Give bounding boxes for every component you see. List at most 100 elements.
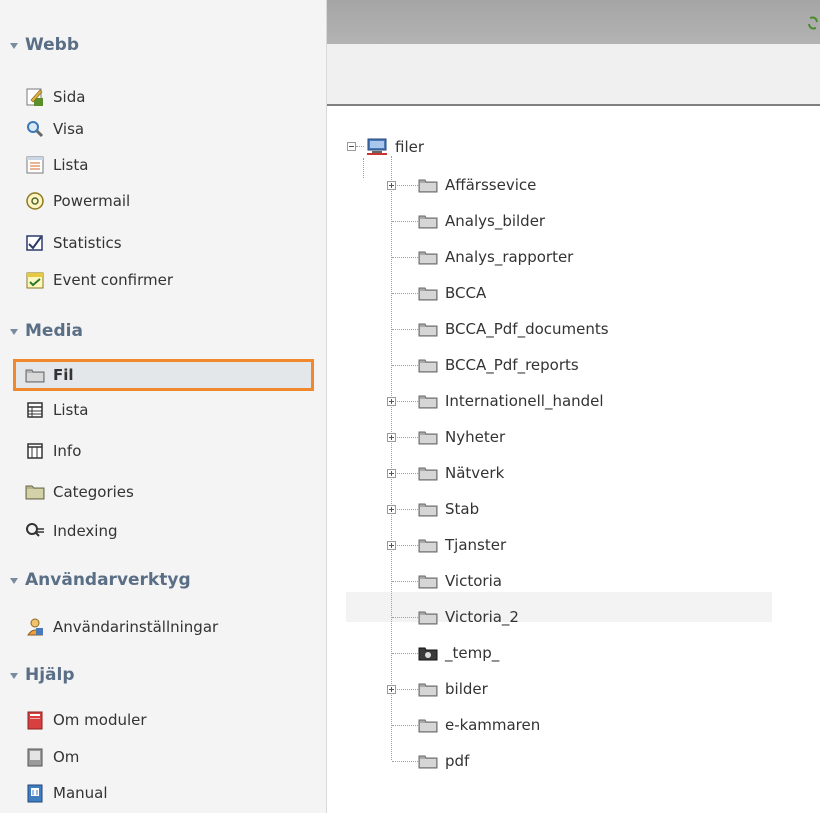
module-om[interactable]: Om — [25, 745, 79, 769]
module-sida[interactable]: Sida — [25, 85, 85, 109]
tree-line — [363, 158, 364, 178]
expand-toggle[interactable] — [387, 433, 396, 442]
folder-label: Victoria — [445, 572, 502, 590]
folder-item[interactable]: Internationell_handel — [418, 389, 604, 413]
folder-item[interactable]: Tjanster — [418, 533, 506, 557]
page-edit-icon — [26, 88, 43, 106]
module-manual[interactable]: Manual — [25, 781, 108, 805]
folder-icon — [418, 179, 438, 193]
tree-line — [392, 653, 418, 654]
module-fil[interactable]: Fil — [13, 359, 314, 391]
tree-root[interactable]: filer — [366, 135, 424, 159]
user-settings-icon — [27, 618, 43, 636]
docheader-top — [327, 0, 820, 44]
folder-label: Internationell_handel — [445, 392, 604, 410]
expand-toggle[interactable] — [387, 685, 396, 694]
about-book-icon — [27, 748, 43, 767]
folder-item[interactable]: Nätverk — [418, 461, 504, 485]
tree-line — [392, 365, 418, 366]
module-event-confirmer[interactable]: Event confirmer — [25, 268, 173, 292]
folder-item[interactable]: bilder — [418, 677, 488, 701]
temp-folder-icon — [418, 647, 438, 661]
collapse-arrow-icon — [10, 328, 18, 335]
expand-toggle[interactable] — [387, 397, 396, 406]
module-media-lista[interactable]: Lista — [25, 398, 88, 422]
folder-icon — [418, 251, 438, 265]
section-hjalp-header[interactable]: Hjälp — [10, 662, 75, 688]
folder-item[interactable]: Affärssevice — [418, 173, 536, 197]
collapse-toggle[interactable] — [347, 142, 356, 151]
folder-icon — [418, 215, 438, 229]
folder-label: BCCA_Pdf_documents — [445, 320, 609, 338]
collapse-arrow-icon — [10, 577, 18, 584]
folder-item[interactable]: Nyheter — [418, 425, 505, 449]
folder-item[interactable]: Victoria — [418, 569, 502, 593]
checkbox-chart-icon — [26, 235, 43, 251]
module-lista[interactable]: Lista — [25, 153, 88, 177]
folder-label: BCCA — [445, 284, 487, 302]
expand-toggle[interactable] — [387, 505, 396, 514]
folder-icon — [418, 359, 438, 373]
folder-icon — [418, 467, 438, 481]
module-om-moduler[interactable]: Om moduler — [25, 708, 147, 732]
manual-book-icon — [27, 784, 43, 803]
red-book-icon — [27, 711, 43, 730]
folder-item[interactable]: BCCA_Pdf_reports — [418, 353, 579, 377]
section-media-header[interactable]: Media — [10, 318, 83, 344]
folder-icon — [418, 683, 438, 697]
folder-label: Nyheter — [445, 428, 506, 446]
folder-label: Affärssevice — [445, 176, 537, 194]
folder-label: Nätverk — [445, 464, 505, 482]
tree-line — [392, 221, 418, 222]
collapse-arrow-icon — [10, 672, 18, 679]
folder-item[interactable]: e-kammaren — [418, 713, 540, 737]
folder-item[interactable]: BCCA — [418, 281, 486, 305]
folder-label: Victoria_2 — [445, 608, 519, 626]
at-sign-icon — [26, 192, 44, 210]
section-anvandarverktyg-header[interactable]: Användarverktyg — [10, 567, 191, 593]
index-search-icon — [26, 523, 44, 537]
expand-toggle[interactable] — [387, 181, 396, 190]
folder-item[interactable]: Victoria_2 — [418, 605, 519, 629]
module-info[interactable]: Info — [25, 439, 81, 463]
folder-icon — [418, 287, 438, 301]
expand-toggle[interactable] — [387, 469, 396, 478]
folder-item[interactable]: pdf — [418, 749, 469, 773]
section-webb-header[interactable]: Webb — [10, 32, 79, 58]
folder-label: pdf — [445, 752, 470, 770]
module-indexing[interactable]: Indexing — [25, 519, 118, 543]
module-sidebar: Webb Sida Visa Lista Powermail Statistic… — [0, 0, 327, 813]
info-table-icon — [27, 443, 43, 459]
folder-icon — [418, 539, 438, 553]
tree-line — [392, 617, 418, 618]
folder-label: bilder — [445, 680, 488, 698]
collapse-arrow-icon — [10, 42, 18, 49]
refresh-icon[interactable] — [808, 14, 818, 32]
folder-item[interactable]: Analys_bilder — [418, 209, 545, 233]
folder-label: Stab — [445, 500, 480, 518]
docheader-bottom — [327, 44, 820, 106]
magnifier-icon — [27, 121, 44, 138]
module-categories[interactable]: Categories — [25, 480, 134, 504]
folder-item[interactable]: Analys_rapporter — [418, 245, 573, 269]
folder-icon — [418, 755, 438, 769]
module-visa[interactable]: Visa — [25, 117, 84, 141]
folder-item[interactable]: Stab — [418, 497, 479, 521]
folder-item[interactable]: _temp_ — [418, 641, 499, 665]
folder-label: Analys_bilder — [445, 212, 546, 230]
tree-line — [356, 146, 364, 147]
module-anvandarinstallningar[interactable]: Användarinställningar — [25, 615, 218, 639]
tree-line — [392, 293, 418, 294]
module-powermail[interactable]: Powermail — [25, 189, 130, 213]
tree-line — [392, 761, 418, 762]
list-icon — [26, 156, 44, 174]
folder-label: BCCA_Pdf_reports — [445, 356, 579, 374]
folder-item[interactable]: BCCA_Pdf_documents — [418, 317, 609, 341]
tree-line — [392, 581, 418, 582]
folder-label: Analys_rapporter — [445, 248, 574, 266]
folder-icon — [418, 611, 438, 625]
expand-toggle[interactable] — [387, 541, 396, 550]
module-statistics[interactable]: Statistics — [25, 231, 122, 255]
folder-icon — [418, 719, 438, 733]
folder-icon — [25, 369, 45, 383]
